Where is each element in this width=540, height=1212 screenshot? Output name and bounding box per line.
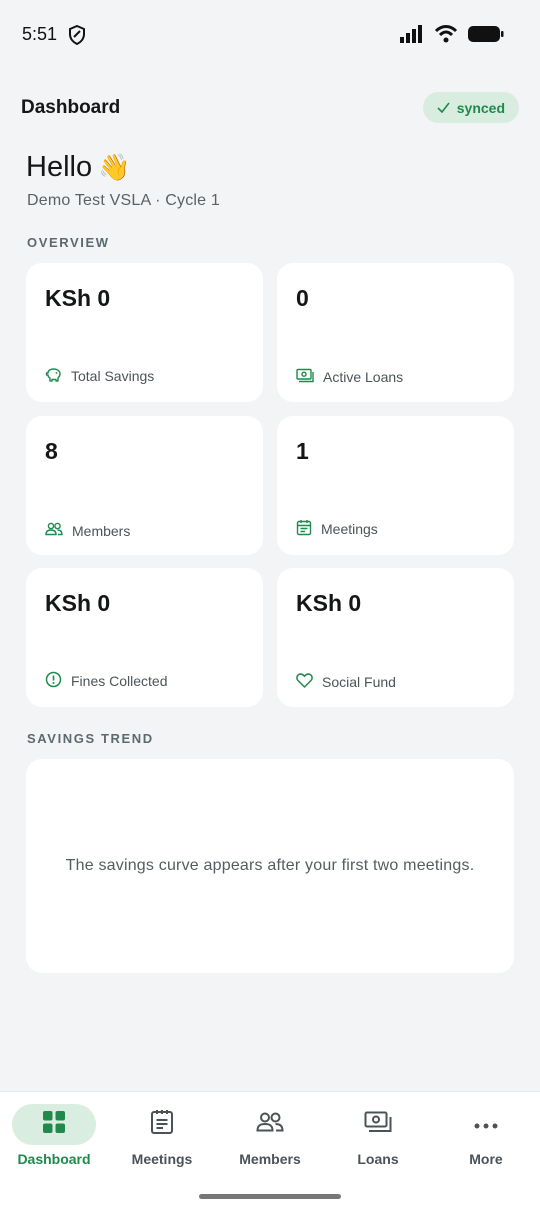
stat-label-row: Members: [45, 522, 130, 539]
cash-icon: [296, 368, 314, 386]
alert-circle-icon: [45, 671, 62, 691]
sync-status-label: synced: [456, 99, 505, 116]
savings-trend-card: The savings curve appears after your fir…: [26, 759, 514, 973]
grid-icon: [42, 1110, 66, 1139]
stat-label: Social Fund: [322, 674, 396, 690]
stat-label: Fines Collected: [71, 673, 168, 689]
stat-value: KSh 0: [45, 590, 111, 616]
app-header: Dashboard synced: [0, 88, 540, 128]
battery-icon: [468, 25, 504, 48]
stat-label: Total Savings: [71, 368, 155, 384]
nav-icon-container: [12, 1104, 96, 1145]
stat-card-meetings[interactable]: 1 Meetings: [277, 416, 514, 555]
nav-label: Loans: [357, 1151, 399, 1167]
nav-icon-container: [444, 1104, 528, 1145]
nav-label: Dashboard: [17, 1151, 91, 1167]
shield-icon: [68, 24, 86, 50]
stat-card-members[interactable]: 8 Members: [26, 416, 263, 555]
stat-label-row: Meetings: [296, 519, 378, 539]
nav-label: Members: [239, 1151, 301, 1167]
notes-icon: [150, 1109, 174, 1140]
stat-label-row: Fines Collected: [45, 671, 168, 691]
nav-label: More: [469, 1151, 503, 1167]
group-cycle-subtitle: Demo Test VSLA · Cycle 1: [27, 192, 221, 209]
status-indicators: [400, 25, 504, 48]
nav-label: Meetings: [131, 1151, 193, 1167]
nav-tab-more[interactable]: More: [432, 1092, 540, 1182]
stat-value: KSh 0: [45, 285, 111, 311]
more-horizontal-icon: [474, 1116, 498, 1134]
stat-label-row: Total Savings: [45, 366, 154, 386]
calendar-icon: [296, 519, 312, 539]
stat-label: Meetings: [321, 521, 378, 537]
stat-card-active-loans[interactable]: 0 Active Loans: [277, 263, 514, 402]
stat-card-total-savings[interactable]: KSh 0 Total Savings: [26, 263, 263, 402]
waving-hand-icon: 👋: [98, 152, 131, 182]
greeting-text: Hello: [26, 151, 93, 183]
people-icon: [256, 1112, 284, 1137]
page-title: Dashboard: [21, 97, 121, 118]
people-icon: [45, 522, 63, 539]
cash-icon: [364, 1111, 392, 1138]
nav-tab-loans[interactable]: Loans: [324, 1092, 432, 1182]
piggy-bank-icon: [45, 366, 62, 386]
nav-icon-container: [336, 1104, 420, 1145]
nav-tab-meetings[interactable]: Meetings: [108, 1092, 216, 1182]
nav-tab-dashboard[interactable]: Dashboard: [0, 1092, 108, 1182]
stat-label: Active Loans: [323, 369, 404, 385]
stat-label-row: Active Loans: [296, 368, 403, 386]
heart-icon: [296, 673, 313, 691]
stat-value: KSh 0: [296, 590, 362, 616]
status-time: 5:51: [22, 24, 58, 44]
nav-icon-container: [228, 1104, 312, 1145]
stat-card-fines-collected[interactable]: KSh 0 Fines Collected: [26, 568, 263, 707]
stat-label: Members: [72, 522, 131, 539]
nav-icon-container: [120, 1104, 204, 1145]
greeting: Hello 👋: [26, 151, 130, 184]
overview-section-label: OVERVIEW: [27, 235, 110, 250]
stat-label-row: Social Fund: [296, 673, 396, 691]
signal-icon: [400, 25, 424, 48]
home-indicator[interactable]: [199, 1194, 341, 1199]
status-bar: 5:51: [0, 0, 540, 72]
stat-value: 8: [45, 438, 58, 464]
stat-value: 1: [296, 438, 309, 464]
check-icon: [437, 100, 450, 116]
wifi-icon: [434, 25, 458, 48]
stat-value: 0: [296, 285, 309, 311]
stat-card-social-fund[interactable]: KSh 0 Social Fund: [277, 568, 514, 707]
savings-trend-empty-message: The savings curve appears after your fir…: [65, 857, 475, 874]
sync-status-badge[interactable]: synced: [422, 92, 519, 123]
nav-tab-members[interactable]: Members: [216, 1092, 324, 1182]
savings-trend-section-label: SAVINGS TREND: [27, 731, 154, 746]
